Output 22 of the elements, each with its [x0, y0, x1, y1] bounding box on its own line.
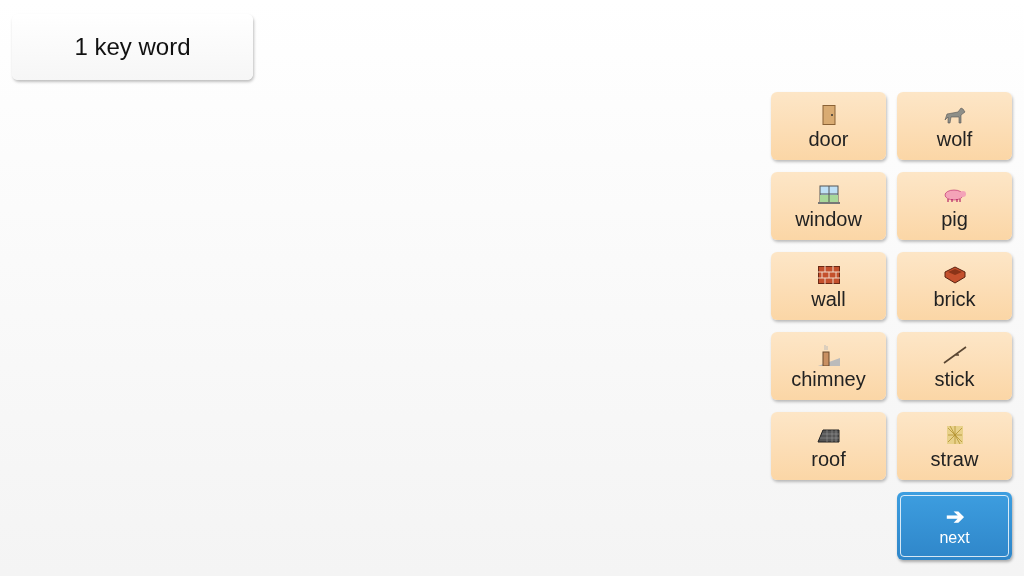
word-card[interactable]: brick	[897, 252, 1012, 320]
straw-icon	[945, 424, 964, 445]
word-card[interactable]: door	[771, 92, 886, 160]
word-card[interactable]: window	[771, 172, 886, 240]
door-icon	[821, 104, 836, 125]
pig-icon	[942, 187, 967, 202]
word-card[interactable]: stick	[897, 332, 1012, 400]
word-card[interactable]: pig	[897, 172, 1012, 240]
chimney-icon	[817, 343, 840, 366]
word-card[interactable]: wall	[771, 252, 886, 320]
wall-icon	[817, 265, 840, 284]
word-card[interactable]: roof	[771, 412, 886, 480]
stick-icon	[942, 345, 967, 364]
word-card[interactable]: straw	[897, 412, 1012, 480]
roof-icon	[816, 426, 841, 443]
next-button[interactable]: ➔ next	[897, 492, 1012, 560]
window-icon	[817, 184, 840, 205]
brick-icon	[943, 265, 966, 284]
key-word-label: 1 key word	[12, 14, 253, 80]
wolf-icon	[943, 105, 966, 124]
word-card[interactable]: wolf	[897, 92, 1012, 160]
word-card[interactable]: chimney	[771, 332, 886, 400]
